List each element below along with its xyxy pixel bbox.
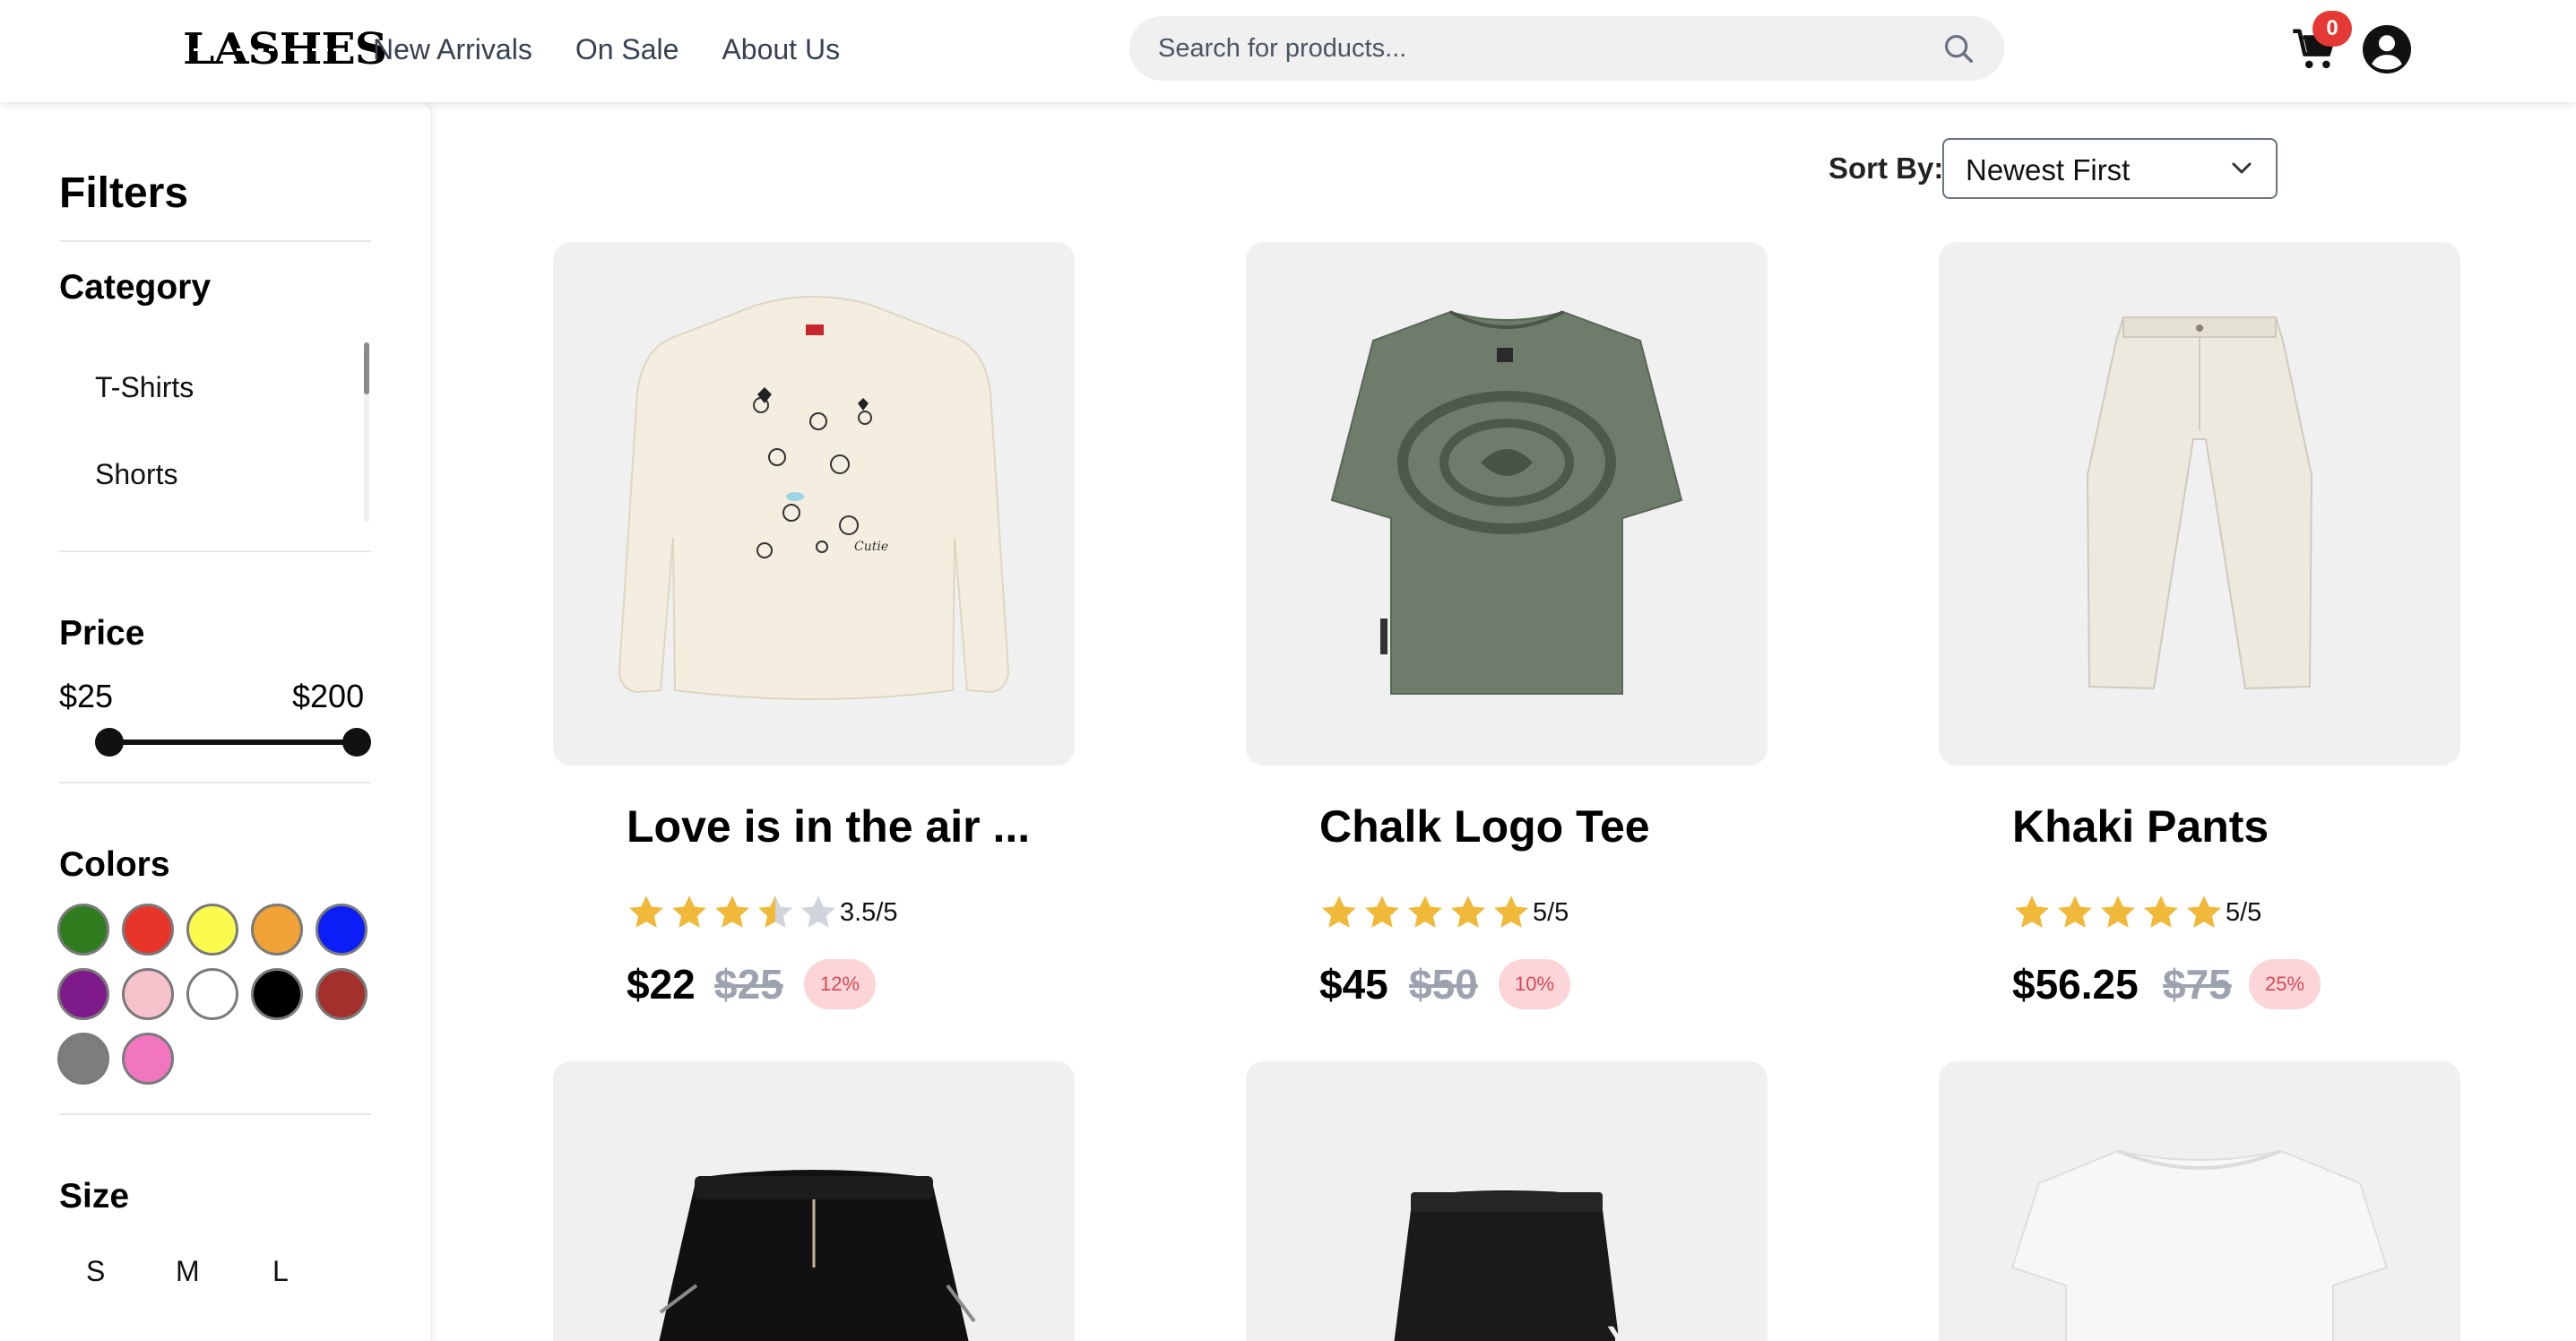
sort-selected-value: Newest First [1966,153,2131,186]
nav-new-arrivals[interactable]: New Arrivals [373,30,532,69]
star-icon [1408,895,1442,928]
divider [59,782,371,783]
product-title[interactable]: Khaki Pants [2012,798,2269,855]
color-swatch[interactable] [316,904,367,956]
color-swatch[interactable] [57,904,109,956]
product-image[interactable] [1246,242,1768,766]
color-swatch[interactable] [251,968,303,1020]
current-price: $56.25 [2012,961,2139,1008]
category-heading: Category [59,268,212,307]
discount-badge: 25% [2249,959,2321,1009]
price-slider-track[interactable] [108,740,357,745]
star-icon [672,895,706,928]
star-icon [1365,895,1399,928]
search-icon[interactable] [1941,31,1975,65]
discount-badge: 10% [1499,959,1571,1009]
cart-count-badge: 0 [2312,11,2352,47]
color-swatch[interactable] [57,968,109,1020]
tshirt-image [1330,310,1683,695]
star-icon [1494,895,1528,928]
color-swatch[interactable] [122,904,174,956]
divider [59,240,371,242]
sort-by-label: Sort By: [1828,151,1944,185]
rating-text: 3.5/5 [840,898,898,927]
original-price: $25 [714,961,783,1008]
star-icon [1451,895,1485,928]
category-item-tshirts[interactable]: T-Shirts [95,368,194,407]
color-swatch[interactable] [122,1033,174,1085]
white-tee-image [2010,1149,2389,1341]
search-input[interactable] [1158,16,1893,81]
star-icon [2101,895,2135,928]
main-nav: New Arrivals On Sale About Us [373,30,840,69]
color-swatch[interactable] [186,904,238,956]
size-option-s[interactable]: S [86,1251,105,1291]
star-icon [2144,895,2178,928]
star-icon [2187,895,2221,928]
top-header: LASHES New Arrivals On Sale About Us 0 [0,0,2576,102]
filters-title: Filters [59,169,189,217]
nav-about-us[interactable]: About Us [722,30,840,69]
pants-image [2086,316,2313,690]
category-list: T-Shirts Shorts [59,337,371,624]
star-icon [2058,895,2092,928]
chevron-down-icon [2232,162,2252,174]
star-icon [1322,895,1356,928]
star-icon [2015,895,2049,928]
size-heading: Size [59,1177,130,1216]
category-item-shorts[interactable]: Shorts [95,454,177,494]
product-image[interactable]: Y [1246,1061,1768,1341]
divider [59,1113,371,1115]
nav-on-sale[interactable]: On Sale [575,30,679,69]
price-slider-min-handle[interactable] [95,728,124,757]
color-swatch[interactable] [186,968,238,1020]
divider [59,550,371,552]
current-price: $45 [1319,961,1388,1008]
price-max-label: $200 [292,678,365,714]
svg-text:Cutie: Cutie [854,540,888,554]
discount-badge: 12% [804,959,877,1009]
color-swatch[interactable] [57,1033,109,1085]
product-title[interactable]: Chalk Logo Tee [1319,798,1650,855]
price-heading: Price [59,614,145,653]
star-rating [627,893,838,932]
product-image[interactable] [1939,1061,2460,1341]
color-swatch[interactable] [316,968,367,1020]
current-price: $22 [627,961,696,1008]
star-icon [715,895,749,928]
logo-stripes [183,48,341,51]
colors-heading: Colors [59,845,170,884]
category-scrollbar-thumb[interactable] [364,342,369,394]
size-option-m[interactable]: M [176,1251,200,1291]
product-image[interactable]: Cutie [553,242,1075,766]
rating-text: 5/5 [2226,898,2262,927]
original-price: $50 [1409,961,1478,1008]
size-option-l[interactable]: L [272,1251,289,1291]
price-slider-max-handle[interactable] [342,728,371,757]
black-shorts-image [659,1170,976,1341]
star-rating [1319,893,1531,932]
star-rating [2012,893,2224,932]
price-min-label: $25 [59,678,114,714]
filters-sidebar: Filters Category T-Shirts Shorts Price $… [0,102,430,1341]
star-icon [629,895,663,928]
svg-text:Y: Y [1607,1322,1629,1341]
original-price: $75 [2163,961,2232,1008]
product-image[interactable] [1939,242,2460,766]
sweatshirt-image: Cutie [618,296,1010,700]
sort-select[interactable]: Newest First [1942,138,2278,199]
dark-shorts-image: Y [1394,1190,1629,1341]
product-image[interactable] [553,1061,1075,1341]
star-icon [801,895,835,928]
color-swatch[interactable] [122,968,174,1020]
product-title[interactable]: Love is in the air ... [627,798,1030,855]
search-bar [1129,16,2004,81]
rating-text: 5/5 [1533,898,1569,927]
color-swatch[interactable] [251,904,303,956]
star-icon [758,895,792,928]
user-circle-icon[interactable] [2363,25,2411,74]
